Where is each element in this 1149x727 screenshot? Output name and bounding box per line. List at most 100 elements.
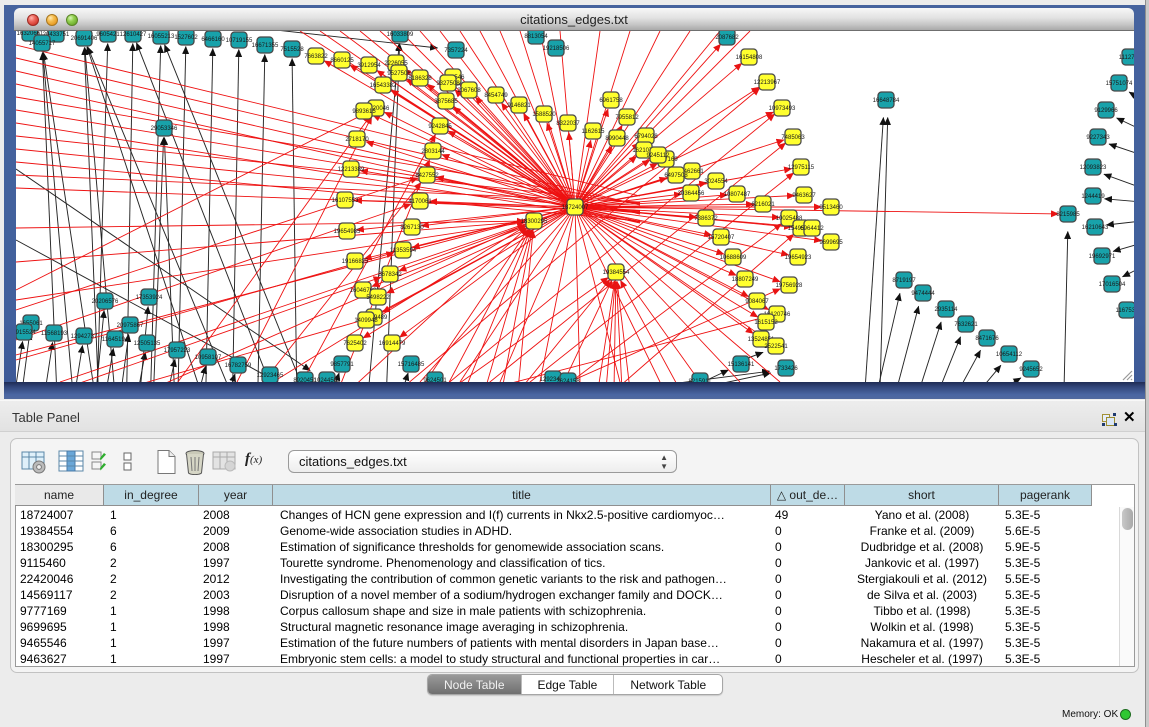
svg-text:16782759: 16782759 [225, 363, 252, 369]
svg-text:10688609: 10688609 [720, 255, 747, 261]
svg-text:9513460: 9513460 [819, 205, 843, 211]
svg-text:1733426: 1733426 [774, 366, 798, 372]
svg-text:16055213: 16055213 [148, 34, 175, 40]
svg-text:19654923: 19654923 [785, 255, 812, 261]
svg-text:2522541: 2522541 [764, 344, 788, 350]
svg-text:8267130: 8267130 [400, 225, 424, 231]
svg-text:9084067: 9084067 [745, 299, 769, 305]
svg-text:6961758: 6961758 [599, 98, 623, 104]
svg-text:8454749: 8454749 [484, 93, 508, 99]
svg-text:16671355: 16671355 [252, 43, 279, 49]
svg-text:7955812: 7955812 [615, 115, 639, 121]
svg-text:8990448: 8990448 [605, 136, 629, 142]
svg-text:20691406: 20691406 [71, 36, 98, 42]
svg-text:8813054: 8813054 [524, 34, 548, 40]
svg-text:4170061: 4170061 [408, 199, 432, 205]
svg-text:19218506: 19218506 [543, 46, 570, 52]
svg-text:8719197: 8719197 [892, 278, 916, 284]
svg-text:12093823: 12093823 [1080, 165, 1107, 171]
svg-text:9605421: 9605421 [96, 32, 120, 38]
svg-text:3915524: 3915524 [16, 330, 36, 336]
svg-text:6794028: 6794028 [634, 134, 658, 140]
svg-text:20975867: 20975867 [117, 323, 144, 329]
svg-text:8678342: 8678342 [378, 272, 402, 278]
svg-text:3875685: 3875685 [434, 99, 458, 105]
svg-text:3024554: 3024554 [704, 179, 728, 185]
svg-text:9857791: 9857791 [330, 362, 354, 368]
svg-text:16914479: 16914479 [379, 341, 406, 347]
svg-text:7632621: 7632621 [954, 322, 978, 328]
svg-text:9146821: 9146821 [507, 103, 531, 109]
svg-text:6497508: 6497508 [664, 173, 688, 179]
svg-text:8660125: 8660125 [330, 58, 354, 64]
svg-text:12505135: 12505135 [134, 341, 161, 347]
svg-text:8215911: 8215911 [689, 379, 713, 382]
svg-text:20206576: 20206576 [92, 299, 119, 305]
svg-text:17353924: 17353924 [136, 295, 163, 301]
svg-text:2935114: 2935114 [935, 307, 959, 313]
svg-text:3912954: 3912954 [357, 63, 381, 69]
svg-text:9242845: 9242845 [428, 124, 452, 130]
svg-text:1244419: 1244419 [1081, 194, 1105, 200]
svg-text:7357224: 7357224 [444, 48, 468, 54]
svg-text:8427552: 8427552 [415, 173, 439, 179]
svg-text:9327508: 9327508 [436, 81, 460, 87]
svg-text:7625402: 7625402 [343, 341, 367, 347]
svg-text:12975115: 12975115 [788, 165, 815, 171]
svg-text:9245112: 9245112 [647, 153, 671, 159]
svg-text:16543382: 16543382 [370, 83, 397, 89]
svg-text:9129966: 9129966 [1094, 108, 1118, 114]
svg-text:7515528: 7515528 [280, 47, 304, 53]
svg-text:16210643: 16210643 [1082, 225, 1109, 231]
svg-text:5498222: 5498222 [366, 295, 390, 301]
svg-text:1588520: 1588520 [532, 112, 556, 118]
svg-text:12942737: 12942737 [71, 334, 98, 340]
svg-text:7663822: 7663822 [304, 54, 328, 60]
svg-text:20364456: 20364456 [678, 191, 705, 197]
svg-text:7386372: 7386372 [694, 216, 718, 222]
svg-text:1409948: 1409948 [354, 318, 378, 324]
svg-text:9227343: 9227343 [1086, 135, 1110, 141]
svg-text:15136141: 15136141 [728, 362, 755, 368]
svg-text:1615152: 1615152 [754, 320, 778, 326]
svg-text:19654985: 19654985 [334, 229, 361, 235]
svg-text:15716485: 15716485 [398, 362, 425, 368]
svg-text:29053346: 29053346 [151, 126, 178, 132]
svg-text:10244502: 10244502 [314, 378, 341, 382]
svg-text:18724007: 18724007 [562, 205, 589, 211]
svg-text:10719155: 10719155 [226, 38, 253, 44]
svg-text:11353594: 11353594 [390, 248, 417, 254]
svg-text:12923465: 12923465 [257, 373, 284, 379]
svg-text:19692971: 19692971 [1089, 254, 1116, 260]
svg-text:17957223: 17957223 [164, 348, 191, 354]
svg-text:8215985: 8215985 [1056, 212, 1080, 218]
svg-text:19166825: 19166825 [342, 259, 369, 265]
svg-text:1162615: 1162615 [582, 129, 606, 135]
svg-text:1527602: 1527602 [174, 35, 198, 41]
svg-text:8471676: 8471676 [975, 336, 999, 342]
svg-text:2803144: 2803144 [421, 149, 445, 155]
svg-text:10654112: 10654112 [996, 352, 1023, 358]
svg-text:8322037: 8322037 [556, 121, 580, 127]
svg-text:9474444: 9474444 [911, 291, 935, 297]
svg-text:2718170: 2718170 [345, 137, 369, 143]
svg-text:10958107: 10958107 [195, 355, 222, 361]
svg-text:19384554: 19384554 [603, 270, 630, 276]
svg-text:2087682: 2087682 [715, 35, 739, 41]
svg-text:10807487: 10807487 [724, 192, 751, 198]
svg-text:18300295: 18300295 [521, 219, 548, 225]
svg-text:15751074: 15751074 [1106, 81, 1133, 87]
svg-text:11568193: 11568193 [41, 331, 68, 337]
svg-text:9699695: 9699695 [819, 240, 843, 246]
svg-text:7485063: 7485063 [781, 135, 805, 141]
svg-text:17016504: 17016504 [1099, 282, 1126, 288]
svg-text:2067608: 2067608 [457, 88, 481, 94]
svg-text:9893615: 9893615 [352, 109, 376, 115]
svg-text:16648784: 16648784 [873, 98, 900, 104]
svg-text:11645194: 11645194 [102, 337, 129, 343]
svg-text:9624501: 9624501 [423, 378, 447, 382]
svg-text:8186328: 8186328 [408, 76, 432, 82]
svg-text:12610427: 12610427 [120, 32, 147, 38]
svg-text:14055717: 14055717 [29, 41, 56, 47]
svg-text:19756928: 19756928 [776, 283, 803, 289]
